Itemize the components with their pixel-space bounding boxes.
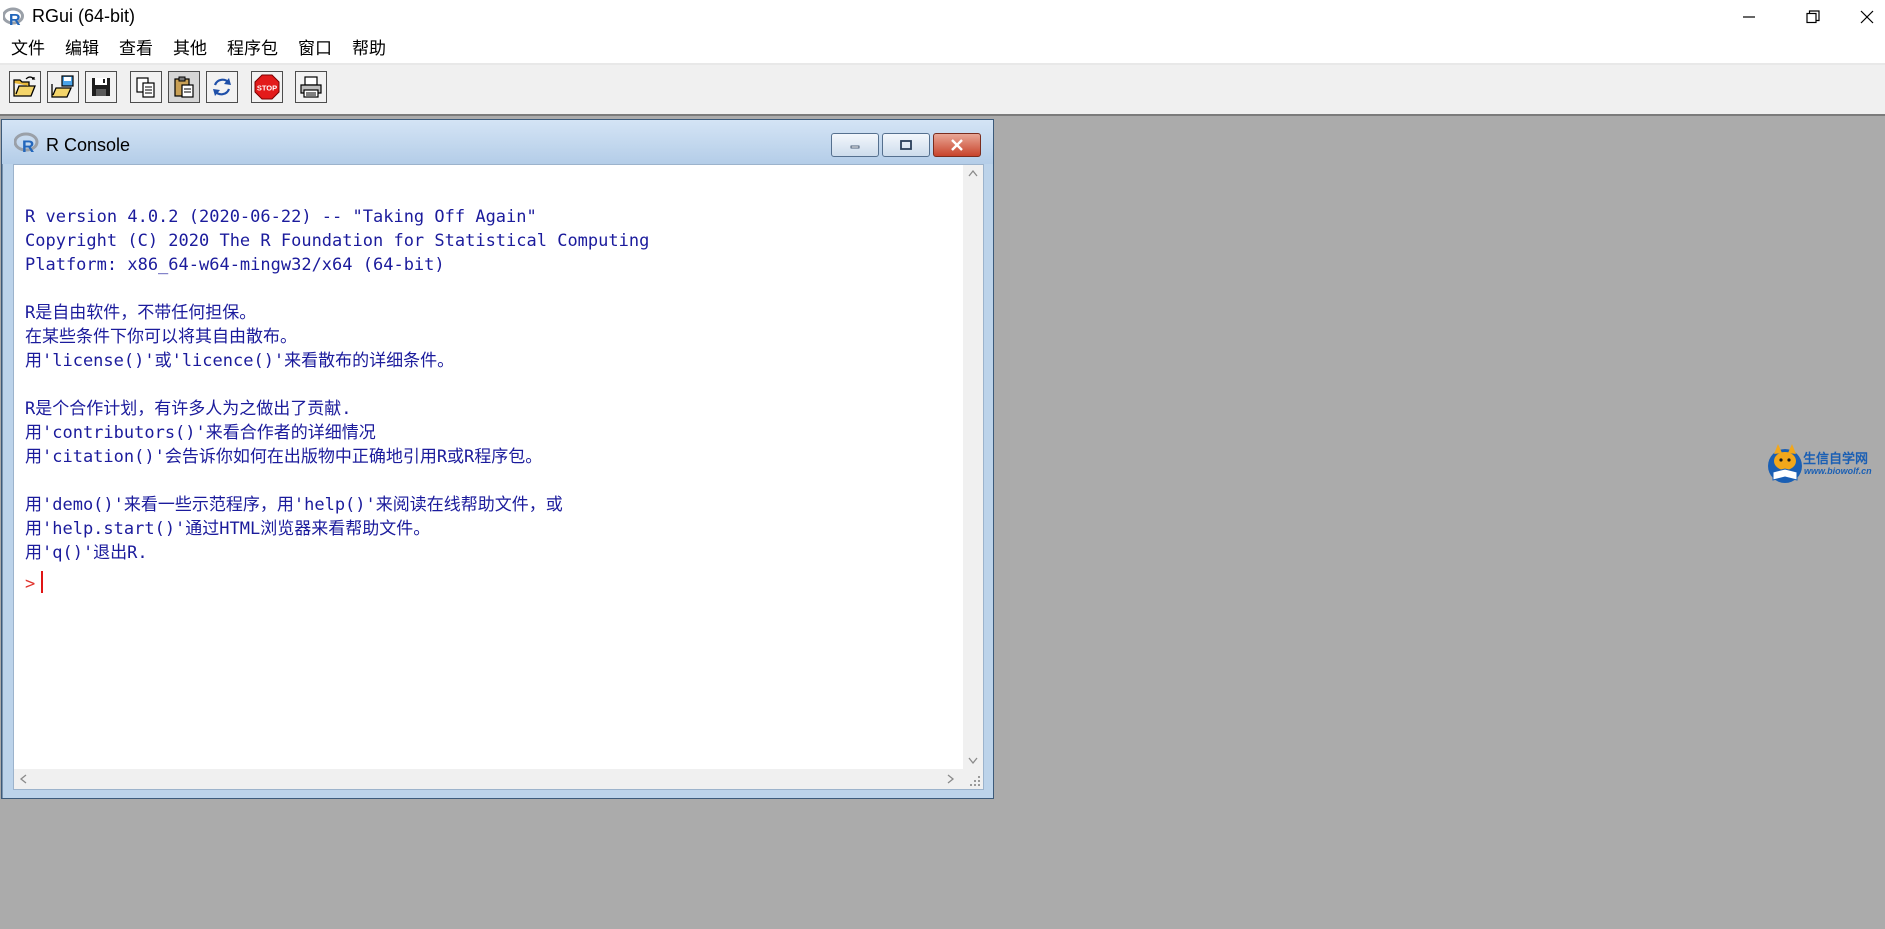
console-maximize-button[interactable] <box>882 133 930 157</box>
close-icon <box>1860 10 1873 24</box>
minimize-icon <box>850 145 860 149</box>
refresh-arrows-icon <box>213 78 231 96</box>
console-close-button[interactable] <box>933 133 981 157</box>
copy-paste-button[interactable] <box>206 71 238 103</box>
stop-button[interactable]: STOP <box>251 71 283 103</box>
print-button[interactable] <box>295 71 327 103</box>
console-line: 用'citation()'会告诉你如何在出版物中正确地引用R或R程序包。 <box>25 447 543 467</box>
restore-button[interactable] <box>1784 0 1842 34</box>
menu-file[interactable]: 文件 <box>1 34 55 64</box>
scroll-down-icon[interactable] <box>967 755 979 769</box>
minimize-icon <box>1743 16 1755 18</box>
copy-icon <box>136 77 155 98</box>
console-line: R是个合作计划，有许多人为之做出了贡献. <box>25 399 352 419</box>
prompt-symbol: > <box>25 574 36 594</box>
stop-sign-icon: STOP <box>254 74 280 100</box>
save-workspace-button[interactable] <box>85 71 117 103</box>
scroll-up-icon[interactable] <box>967 167 979 181</box>
console-line: 用'contributors()'来看合作者的详细情况 <box>25 423 376 443</box>
resize-grip[interactable] <box>963 769 983 789</box>
load-workspace-button[interactable] <box>47 71 79 103</box>
scroll-left-icon[interactable] <box>18 773 28 788</box>
watermark-title: 生信自学网 <box>1803 452 1869 467</box>
console-line: 用'demo()'来看一些示范程序，用'help()'来阅读在线帮助文件，或 <box>25 495 563 515</box>
menu-misc[interactable]: 其他 <box>163 34 217 64</box>
console-line: R version 4.0.2 (2020-06-22) -- "Taking … <box>25 207 537 227</box>
open-folder-icon <box>13 76 36 97</box>
watermark-logo: 生信自学网 www.biowolf.cn <box>1766 442 1885 486</box>
save-disk-icon <box>92 78 110 96</box>
restore-icon <box>1806 10 1820 24</box>
console-line: R是自由软件，不带任何担保。 <box>25 303 257 323</box>
r-logo-icon: R <box>2 7 25 29</box>
console-line: Platform: x86_64-w64-mingw32/x64 (64-bit… <box>25 255 445 275</box>
watermark-url: www.biowolf.cn <box>1804 466 1872 476</box>
r-console-window: R R Console R version 4.0.2 (2020-06-22)… <box>1 119 994 799</box>
printer-icon <box>300 76 322 98</box>
console-line: 在某些条件下你可以将其自由散布。 <box>25 327 297 347</box>
console-text: R version 4.0.2 (2020-06-22) -- "Taking … <box>25 165 965 765</box>
paste-button[interactable] <box>168 71 200 103</box>
console-output-area[interactable]: R version 4.0.2 (2020-06-22) -- "Taking … <box>13 164 984 790</box>
stop-label: STOP <box>257 84 277 93</box>
menu-view[interactable]: 查看 <box>109 34 163 64</box>
app-title-bar: R RGui (64-bit) <box>0 0 1885 34</box>
console-line: 用'license()'或'licence()'来看散布的详细条件。 <box>25 351 455 371</box>
console-title: R Console <box>46 135 131 155</box>
load-workspace-icon <box>51 75 74 98</box>
console-line: 用'q()'退出R. <box>25 543 148 563</box>
open-script-button[interactable] <box>9 71 41 103</box>
minimize-button[interactable] <box>1720 0 1778 34</box>
toolbar: STOP <box>0 65 1885 116</box>
app-title: RGui (64-bit) <box>32 6 136 26</box>
menu-windows[interactable]: 窗口 <box>288 34 342 64</box>
close-button[interactable] <box>1848 0 1885 34</box>
vertical-scrollbar[interactable] <box>963 165 983 769</box>
console-line: 用'help.start()'通过HTML浏览器来看帮助文件。 <box>25 519 431 539</box>
console-minimize-button[interactable] <box>831 133 879 157</box>
close-icon <box>951 139 963 151</box>
menu-edit[interactable]: 编辑 <box>55 34 109 64</box>
svg-text:R: R <box>9 12 21 27</box>
menu-packages[interactable]: 程序包 <box>217 34 288 64</box>
menu-bar: 文件 编辑 查看 其他 程序包 窗口 帮助 <box>0 34 1885 64</box>
text-cursor <box>41 571 44 593</box>
maximize-icon <box>900 140 912 150</box>
copy-button[interactable] <box>130 71 162 103</box>
r-console-icon: R <box>13 132 40 156</box>
console-title-bar[interactable]: R R Console <box>2 120 993 164</box>
console-line: Copyright (C) 2020 The R Foundation for … <box>25 231 650 251</box>
scroll-right-icon[interactable] <box>946 773 956 788</box>
horizontal-scrollbar[interactable] <box>14 769 963 789</box>
paste-icon <box>174 76 194 98</box>
wolf-book-icon <box>1768 444 1802 483</box>
svg-text:R: R <box>22 137 34 154</box>
menu-help[interactable]: 帮助 <box>342 34 396 64</box>
toolbar-divider <box>0 114 1885 116</box>
console-prompt-line[interactable]: > <box>25 571 965 595</box>
resize-grip-icon <box>970 776 980 786</box>
